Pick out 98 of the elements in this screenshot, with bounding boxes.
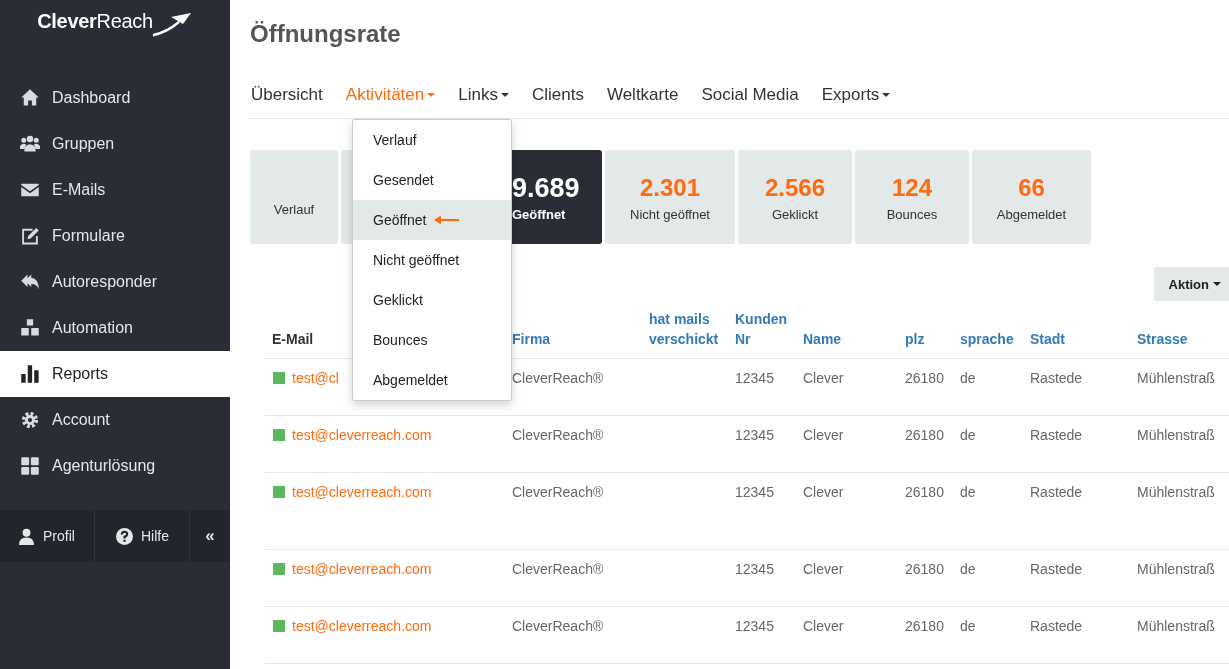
caret-icon [427,92,436,97]
nav-tab[interactable]: Exports [821,84,891,105]
help-icon [116,527,133,545]
menu-item[interactable]: Bounces [353,320,511,360]
table-cell-text: Mühlenstraß [1136,369,1216,388]
stat-card[interactable]: 66 Abgemeldet [972,150,1091,244]
stat-value: 9.689 [512,172,580,203]
table-cell-text: 12345 [734,560,775,579]
stat-label: Geklickt [771,206,819,222]
stat-card[interactable]: Verlauf [250,150,338,244]
table-cell-text: de [959,617,977,636]
caret-icon [500,92,509,97]
reply-all-icon [20,272,40,292]
table-cell-text: Clever [802,426,845,445]
sidebar-item[interactable]: Dashboard [0,75,230,121]
user-icon [18,527,35,545]
caret-icon [882,92,891,97]
table-cell-text: Rastede [1029,426,1084,445]
table-cell-text: CleverReach® [511,426,605,445]
table-cell-text: de [959,560,977,579]
bar-chart-icon [20,364,40,384]
table-cell-text: 26180 [904,560,945,579]
table-cell-text: 26180 [904,617,945,636]
column-header[interactable]: Strasse [1130,329,1188,349]
table-cell-text: Rastede [1029,617,1084,636]
table-cell-text: CleverReach® [511,483,605,502]
edit-icon [20,226,40,246]
column-header: E-Mail [271,330,314,349]
home-icon [20,88,40,108]
column-header[interactable]: Name [796,329,842,349]
stat-value: 124 [891,172,932,203]
column-header[interactable]: Stadt [1023,329,1065,349]
stat-card[interactable]: 124 Bounces [855,150,969,244]
sidebar-item[interactable]: Autoresponder [0,259,230,305]
users-icon [20,134,40,154]
table-cell-text: CleverReach® [511,369,605,388]
table-cell-text: Clever [802,560,845,579]
nav-tab[interactable]: Social Media [701,84,799,105]
grid-icon [20,456,40,476]
logo: CleverReach [37,10,193,40]
table-cell-text: de [959,426,977,445]
table-cell-text: Rastede [1029,560,1084,579]
table-cell-text: Mühlenstraß [1136,483,1216,502]
cubes-icon [20,318,40,338]
table-cell-text: 12345 [734,369,775,388]
gear-icon [20,410,40,430]
menu-item[interactable]: Abgemeldet [353,360,511,400]
table-cell-text: CleverReach® [511,617,605,636]
collapse-button[interactable]: « [190,510,230,562]
table-cell-text: Clever [802,369,845,388]
table-cell-text: 12345 [734,483,775,502]
nav-tab[interactable]: Links [458,84,509,105]
stat-value: 2.566 [764,172,826,203]
table-cell-text: CleverReach® [511,560,605,579]
table-cell-text: de [959,369,977,388]
menu-item[interactable]: Geklickt [353,280,511,320]
page-title: Öffnungsrate [250,19,402,49]
table-cell-text: 26180 [904,483,945,502]
sidebar-item[interactable]: Formulare [0,213,230,259]
menu-item[interactable]: Geöffnet [353,200,511,240]
stat-value: 2.301 [639,172,701,203]
sidebar-item[interactable]: Gruppen [0,121,230,167]
column-header[interactable]: plz [898,329,925,349]
stat-label: Verlauf [273,201,315,217]
help-button[interactable]: Hilfe [95,510,190,562]
stat-label: Bounces [886,206,938,222]
nav-tab[interactable]: Weltkarte [606,84,679,105]
stat-label: Abgemeldet [996,206,1067,222]
table-cell-text: Clever [802,617,845,636]
sidebar-item[interactable]: Automation [0,305,230,351]
stat-value: 66 [1018,172,1045,203]
column-header[interactable]: Kunden Nr [728,309,796,349]
stat-label: Nicht geöffnet [630,206,710,222]
table-cell-text: de [959,483,977,502]
stat-card[interactable]: 2.566 Geklickt [738,150,852,244]
table-cell-text: Rastede [1029,483,1084,502]
sidebar-item[interactable]: Reports [0,351,230,397]
stat-label: Geöffnet [512,206,566,222]
table-cell-text: Mühlenstraß [1136,560,1216,579]
profile-button[interactable]: Profil [0,510,95,562]
table-cell-text: Clever [802,483,845,502]
table-cell-text: 12345 [734,617,775,636]
action-button[interactable]: Aktion [1153,267,1229,301]
nav-tab[interactable]: Clients [531,84,584,105]
nav-tab[interactable]: Übersicht [251,84,323,105]
column-header[interactable]: sprache [953,329,1014,349]
sidebar-item[interactable]: Agenturlösung [0,443,230,489]
column-header[interactable]: hat mails verschickt [642,309,729,349]
table-cell-text: 26180 [904,369,945,388]
table-cell-text: 12345 [734,426,775,445]
table-cell-text: 26180 [904,426,945,445]
table-cell-text: Rastede [1029,369,1084,388]
arrow-icon [434,215,461,225]
table-cell-text: Mühlenstraß [1136,426,1216,445]
stat-card[interactable]: 2.301 Nicht geöffnet [605,150,735,244]
table-cell-text: Mühlenstraß [1136,617,1216,636]
sidebar-item[interactable]: E-Mails [0,167,230,213]
sidebar-item[interactable]: Account [0,397,230,443]
